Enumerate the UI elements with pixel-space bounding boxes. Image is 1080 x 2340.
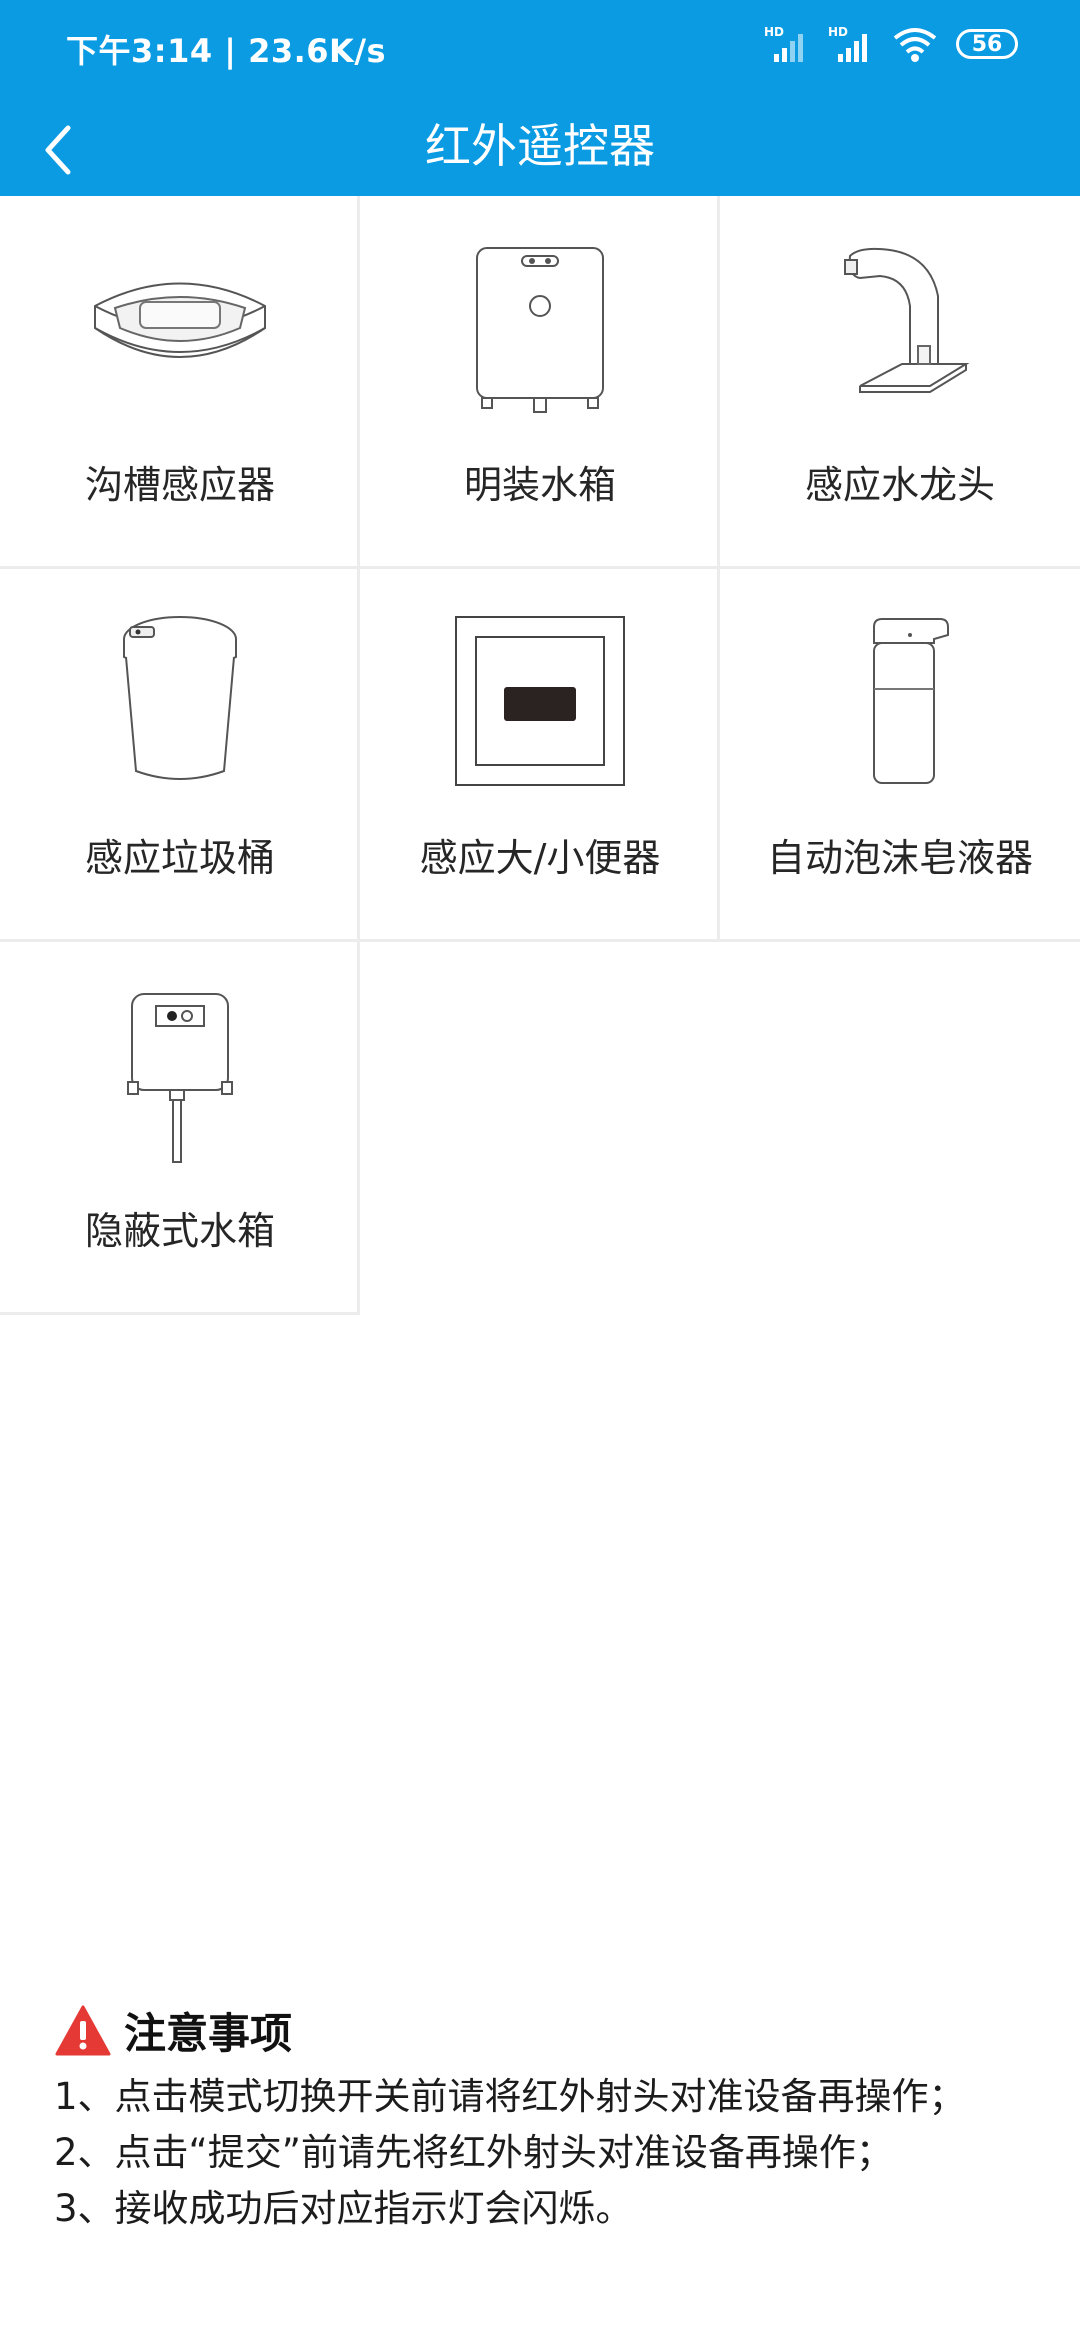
exposed-tank-icon bbox=[430, 236, 650, 426]
note-line: 3、接收成功后对应指示灯会闪烁。 bbox=[54, 2187, 633, 2230]
device-label: 隐蔽式水箱 bbox=[84, 1209, 275, 1253]
sensor-faucet-icon bbox=[790, 236, 1010, 426]
notes-section: 注意事项 1、点击模式切换开关前请将红外射头对准设备再操作； 2、点击“提交”前… bbox=[54, 2000, 1044, 2237]
device-label: 感应垃圾桶 bbox=[84, 836, 275, 880]
urinal-sensor-icon bbox=[430, 609, 650, 799]
device-tile-concealed-tank[interactable]: 隐蔽式水箱 bbox=[0, 942, 360, 1315]
trough-sensor-icon bbox=[70, 236, 290, 426]
device-label: 自动泡沫皂液器 bbox=[766, 836, 1033, 880]
hd-badge: HD bbox=[828, 25, 848, 39]
status-icons: HD HD 56 bbox=[764, 24, 1018, 64]
signal-icon: HD bbox=[828, 24, 874, 64]
note-line: 2、点击“提交”前请先将红外射头对准设备再操作； bbox=[54, 2131, 893, 2174]
concealed-tank-icon bbox=[70, 982, 290, 1172]
signal-icon: HD bbox=[764, 24, 810, 64]
chevron-left-icon bbox=[45, 125, 71, 175]
title-bar: 红外遥控器 bbox=[0, 96, 1080, 196]
hd-badge: HD bbox=[764, 25, 784, 39]
status-time-speed: 下午3:14 | 23.6K/s bbox=[66, 32, 387, 70]
note-line: 1、点击模式切换开关前请将红外射头对准设备再操作； bbox=[54, 2075, 966, 2118]
device-tile-sensor-trashcan[interactable]: 感应垃圾桶 bbox=[0, 569, 360, 942]
device-label: 感应水龙头 bbox=[804, 463, 995, 507]
device-tile-exposed-tank[interactable]: 明装水箱 bbox=[360, 196, 720, 569]
page-title: 红外遥控器 bbox=[425, 119, 655, 173]
notes-title: 注意事项 bbox=[124, 2009, 293, 2058]
wifi-icon bbox=[892, 24, 938, 64]
sensor-trashcan-icon bbox=[70, 609, 290, 799]
device-tile-urinal-sensor[interactable]: 感应大/小便器 bbox=[360, 569, 720, 942]
notes-header: 注意事项 bbox=[54, 2000, 1044, 2061]
warning-icon bbox=[55, 2005, 111, 2055]
device-tile-trough-sensor[interactable]: 沟槽感应器 bbox=[0, 196, 360, 569]
device-tile-sensor-faucet[interactable]: 感应水龙头 bbox=[720, 196, 1080, 569]
back-button[interactable] bbox=[34, 114, 104, 184]
device-label: 明装水箱 bbox=[463, 463, 616, 507]
soap-dispenser-icon bbox=[790, 609, 1010, 799]
device-tile-soap-dispenser[interactable]: 自动泡沫皂液器 bbox=[720, 569, 1080, 942]
battery-icon: 56 bbox=[956, 29, 1018, 59]
device-label: 沟槽感应器 bbox=[84, 463, 275, 507]
app-header: 下午3:14 | 23.6K/s HD HD 56 红外遥控器 bbox=[0, 0, 1080, 196]
status-bar: 下午3:14 | 23.6K/s HD HD 56 bbox=[0, 0, 1080, 96]
device-label: 感应大/小便器 bbox=[419, 836, 661, 880]
